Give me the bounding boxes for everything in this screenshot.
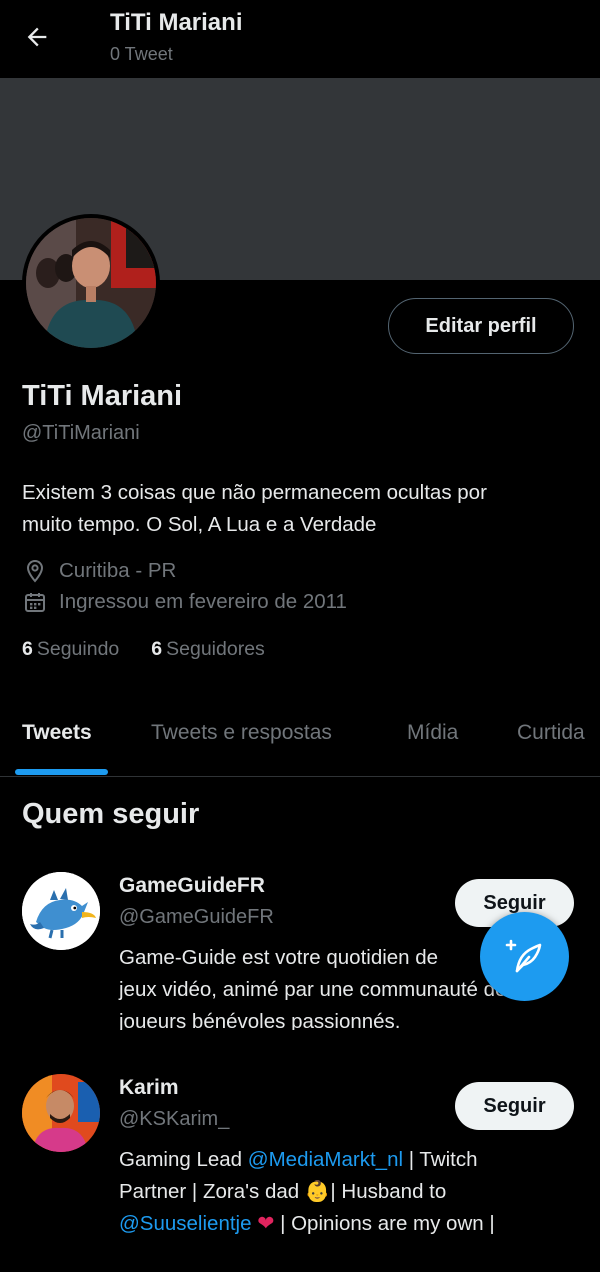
suggestion-avatar-karim[interactable]	[22, 1074, 100, 1152]
profile-location: Curitiba - PR	[22, 558, 176, 584]
bio-text: | Opinions are my own |	[274, 1212, 495, 1235]
followers-label: Seguidores	[166, 638, 265, 660]
header-tweet-count: 0 Tweet	[110, 44, 173, 64]
joined-text: Ingressou em fevereiro de 2011	[59, 590, 347, 613]
profile-bio: Existem 3 coisas que não permanecem ocul…	[22, 477, 582, 541]
bio-line: Partner | Zora's dad 👶| Husband to	[119, 1176, 569, 1208]
heart-emoji-icon: ❤	[257, 1212, 275, 1235]
follow-stats: 6 Seguindo 6 Seguidores	[22, 638, 297, 661]
tab-tweets[interactable]: Tweets	[22, 721, 92, 745]
following-link[interactable]: 6 Seguindo	[22, 638, 119, 661]
suggestion-handle: @GameGuideFR	[119, 906, 274, 928]
bio-line: @Suuselientje ❤ | Opinions are my own |	[119, 1208, 569, 1240]
suggestion-avatar-gameguidefr[interactable]	[22, 872, 100, 950]
following-count: 6	[22, 638, 33, 660]
bio-text: | Husband to	[330, 1180, 447, 1203]
bio-text: | Twitch	[403, 1148, 478, 1171]
mention-link[interactable]: @MediaMarkt_nl	[248, 1148, 403, 1171]
following-label: Seguindo	[36, 638, 120, 660]
dragon-logo-icon	[22, 872, 100, 950]
who-to-follow-title: Quem seguir	[22, 798, 200, 830]
active-tab-indicator	[15, 769, 108, 775]
bio-line: Existem 3 coisas que não permanecem ocul…	[22, 481, 487, 504]
profile-avatar[interactable]	[22, 214, 160, 352]
back-button[interactable]	[18, 18, 56, 56]
calendar-icon	[22, 589, 48, 615]
location-pin-icon	[22, 558, 48, 584]
compose-tweet-icon	[505, 939, 541, 972]
tab-tweets-replies[interactable]: Tweets e respostas	[151, 721, 332, 745]
profile-joined: Ingressou em fevereiro de 2011	[22, 589, 347, 615]
baby-emoji-icon: 👶	[304, 1180, 331, 1203]
followers-link[interactable]: 6 Seguidores	[151, 638, 265, 661]
profile-name: TiTi Mariani	[22, 380, 183, 412]
tab-media[interactable]: Mídia	[407, 721, 458, 745]
suggestion-handle: @KSKarim_	[119, 1108, 230, 1130]
bio-line: joueurs bénévoles passionnés.	[119, 1010, 401, 1030]
suggestion-bio: Gaming Lead @MediaMarkt_nl | Twitch Part…	[119, 1144, 569, 1240]
profile-tabs: Tweets Tweets e respostas Mídia Curtida	[0, 700, 600, 777]
followers-count: 6	[151, 638, 163, 660]
location-text: Curitiba - PR	[59, 559, 177, 582]
profile-handle: @TiTiMariani	[22, 422, 140, 444]
suggestion-name[interactable]: GameGuideFR	[119, 874, 265, 898]
avatar-photo	[22, 1074, 100, 1152]
avatar-photo	[26, 218, 156, 348]
bio-line: Gaming Lead @MediaMarkt_nl | Twitch	[119, 1144, 569, 1176]
bio-line: muito tempo. O Sol, A Lua e a Verdade	[22, 513, 377, 536]
follow-button-karim[interactable]: Seguir	[455, 1082, 574, 1130]
bio-text: Gaming Lead	[119, 1148, 248, 1171]
header-title: TiTi Mariani	[110, 9, 243, 36]
arrow-left-icon	[27, 27, 47, 47]
edit-profile-button[interactable]: Editar perfil	[388, 298, 574, 354]
compose-tweet-button[interactable]	[480, 912, 569, 1001]
suggestion-name[interactable]: Karim	[119, 1076, 179, 1100]
bio-text: Partner | Zora's dad	[119, 1180, 305, 1203]
tab-likes[interactable]: Curtida	[517, 721, 585, 745]
mention-link[interactable]: @Suuselientje	[119, 1212, 252, 1235]
top-bar: TiTi Mariani 0 Tweet	[0, 0, 600, 78]
